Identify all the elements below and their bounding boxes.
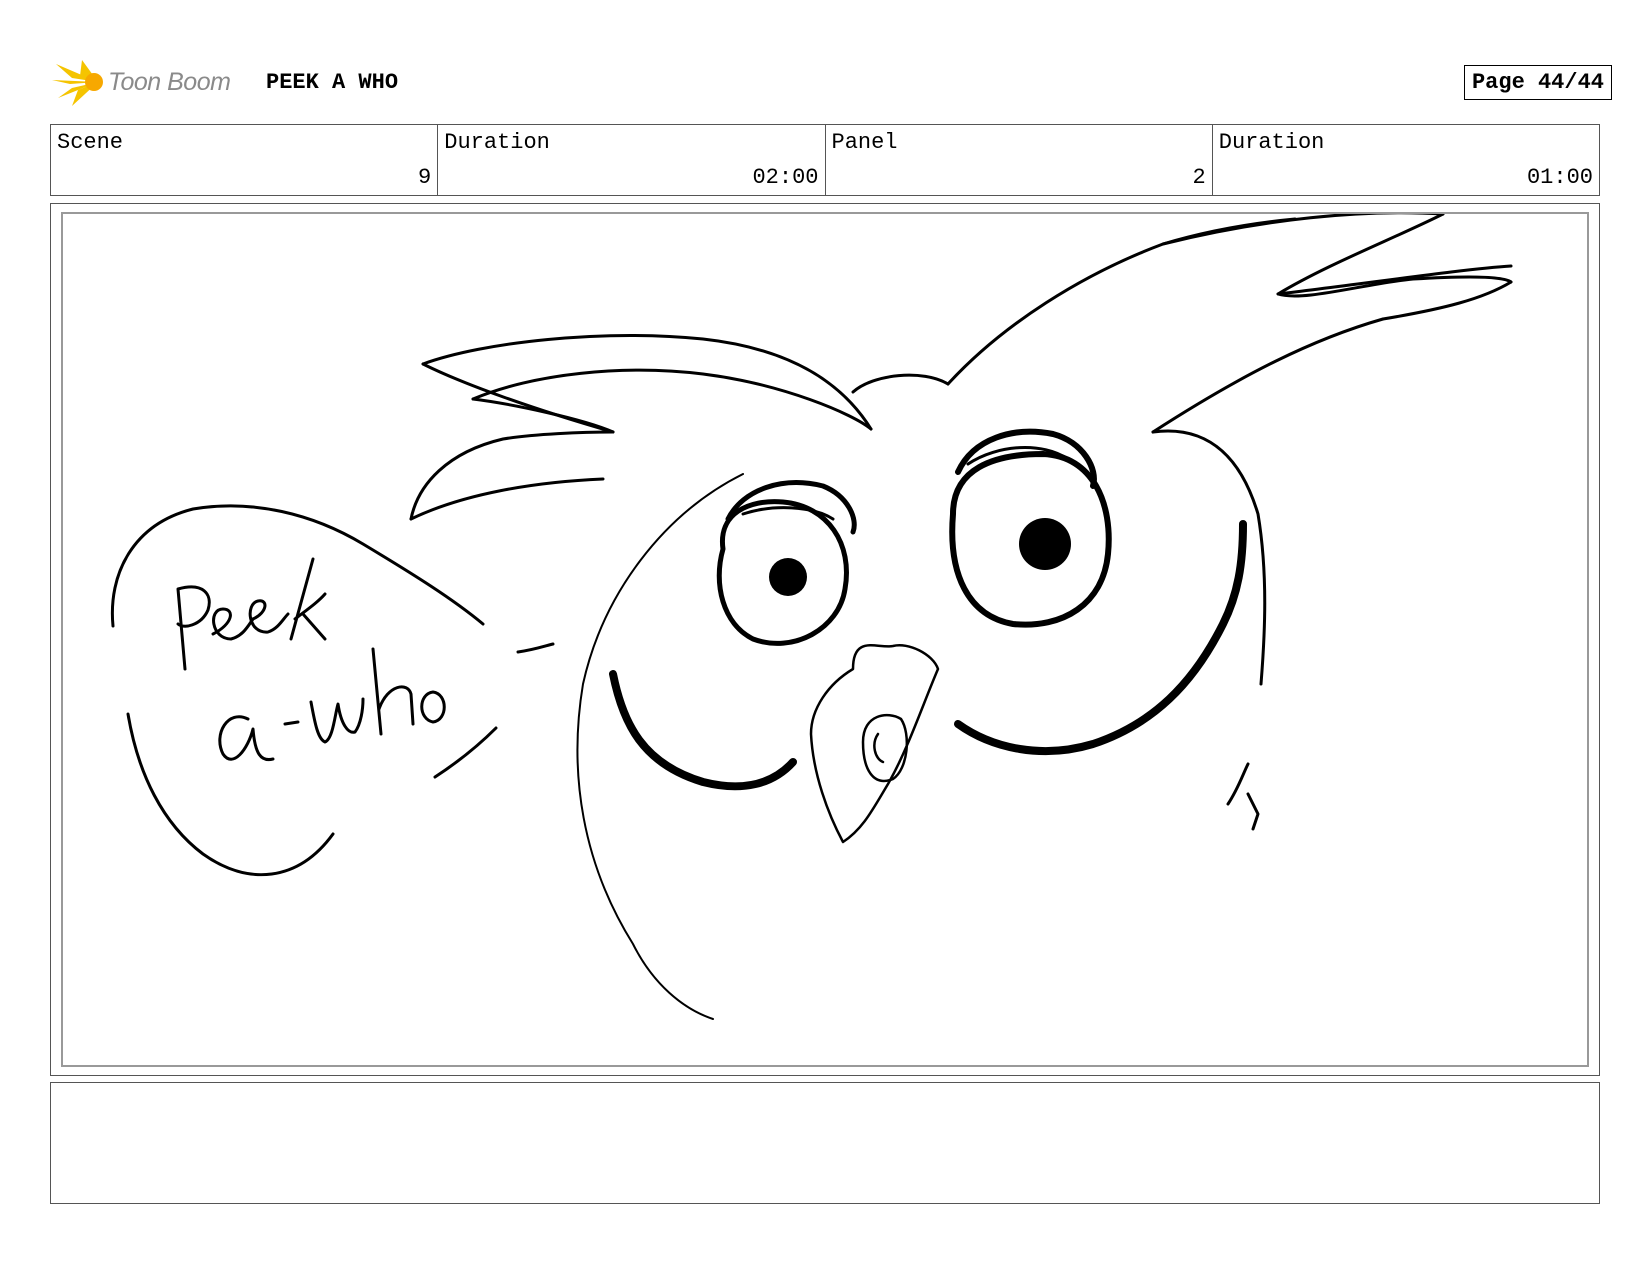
panel-value: 2 bbox=[1192, 165, 1206, 190]
project-title: PEEK A WHO bbox=[266, 70, 399, 95]
panel-duration-label: Duration bbox=[1218, 130, 1325, 155]
owl-head bbox=[409, 214, 1513, 831]
scene-info-table: Scene 9 Duration 02:00 Panel 2 Duration … bbox=[50, 124, 1600, 196]
panel-duration-cell: Duration 01:00 bbox=[1213, 125, 1599, 195]
owl-right-pupil bbox=[1019, 518, 1071, 570]
speech-bubble bbox=[110, 504, 555, 877]
owl-right-cheek bbox=[954, 520, 1247, 756]
panel-drawing-area bbox=[61, 212, 1589, 1067]
logo-burst-icon bbox=[52, 60, 103, 106]
scene-duration-cell: Duration 02:00 bbox=[438, 125, 826, 195]
scene-cell: Scene 9 bbox=[51, 125, 439, 195]
scene-value: 9 bbox=[418, 165, 432, 190]
owl-beak bbox=[809, 643, 940, 844]
page-header: Toon Boom PEEK A WHO Page 44/44 bbox=[52, 58, 1612, 108]
panel-cell: Panel 2 bbox=[826, 125, 1213, 195]
panel-duration-value: 01:00 bbox=[1526, 165, 1593, 190]
owl-left-pupil bbox=[769, 558, 807, 596]
handwritten-speech-text bbox=[176, 557, 446, 762]
owl-body-outline bbox=[576, 473, 744, 1020]
page-number: Page 44/44 bbox=[1463, 65, 1612, 100]
logo-text: Toon Boom bbox=[108, 68, 231, 96]
scene-duration-label: Duration bbox=[444, 130, 550, 155]
panel-label: Panel bbox=[831, 130, 898, 155]
panel-notes-box bbox=[50, 1082, 1600, 1204]
toon-boom-logo: Toon Boom bbox=[52, 58, 252, 108]
owl-sketch-icon bbox=[110, 214, 1513, 1020]
scene-label: Scene bbox=[57, 130, 124, 155]
owl-left-cheek bbox=[609, 670, 797, 791]
storyboard-panel bbox=[50, 203, 1600, 1076]
scene-duration-value: 02:00 bbox=[752, 165, 819, 190]
